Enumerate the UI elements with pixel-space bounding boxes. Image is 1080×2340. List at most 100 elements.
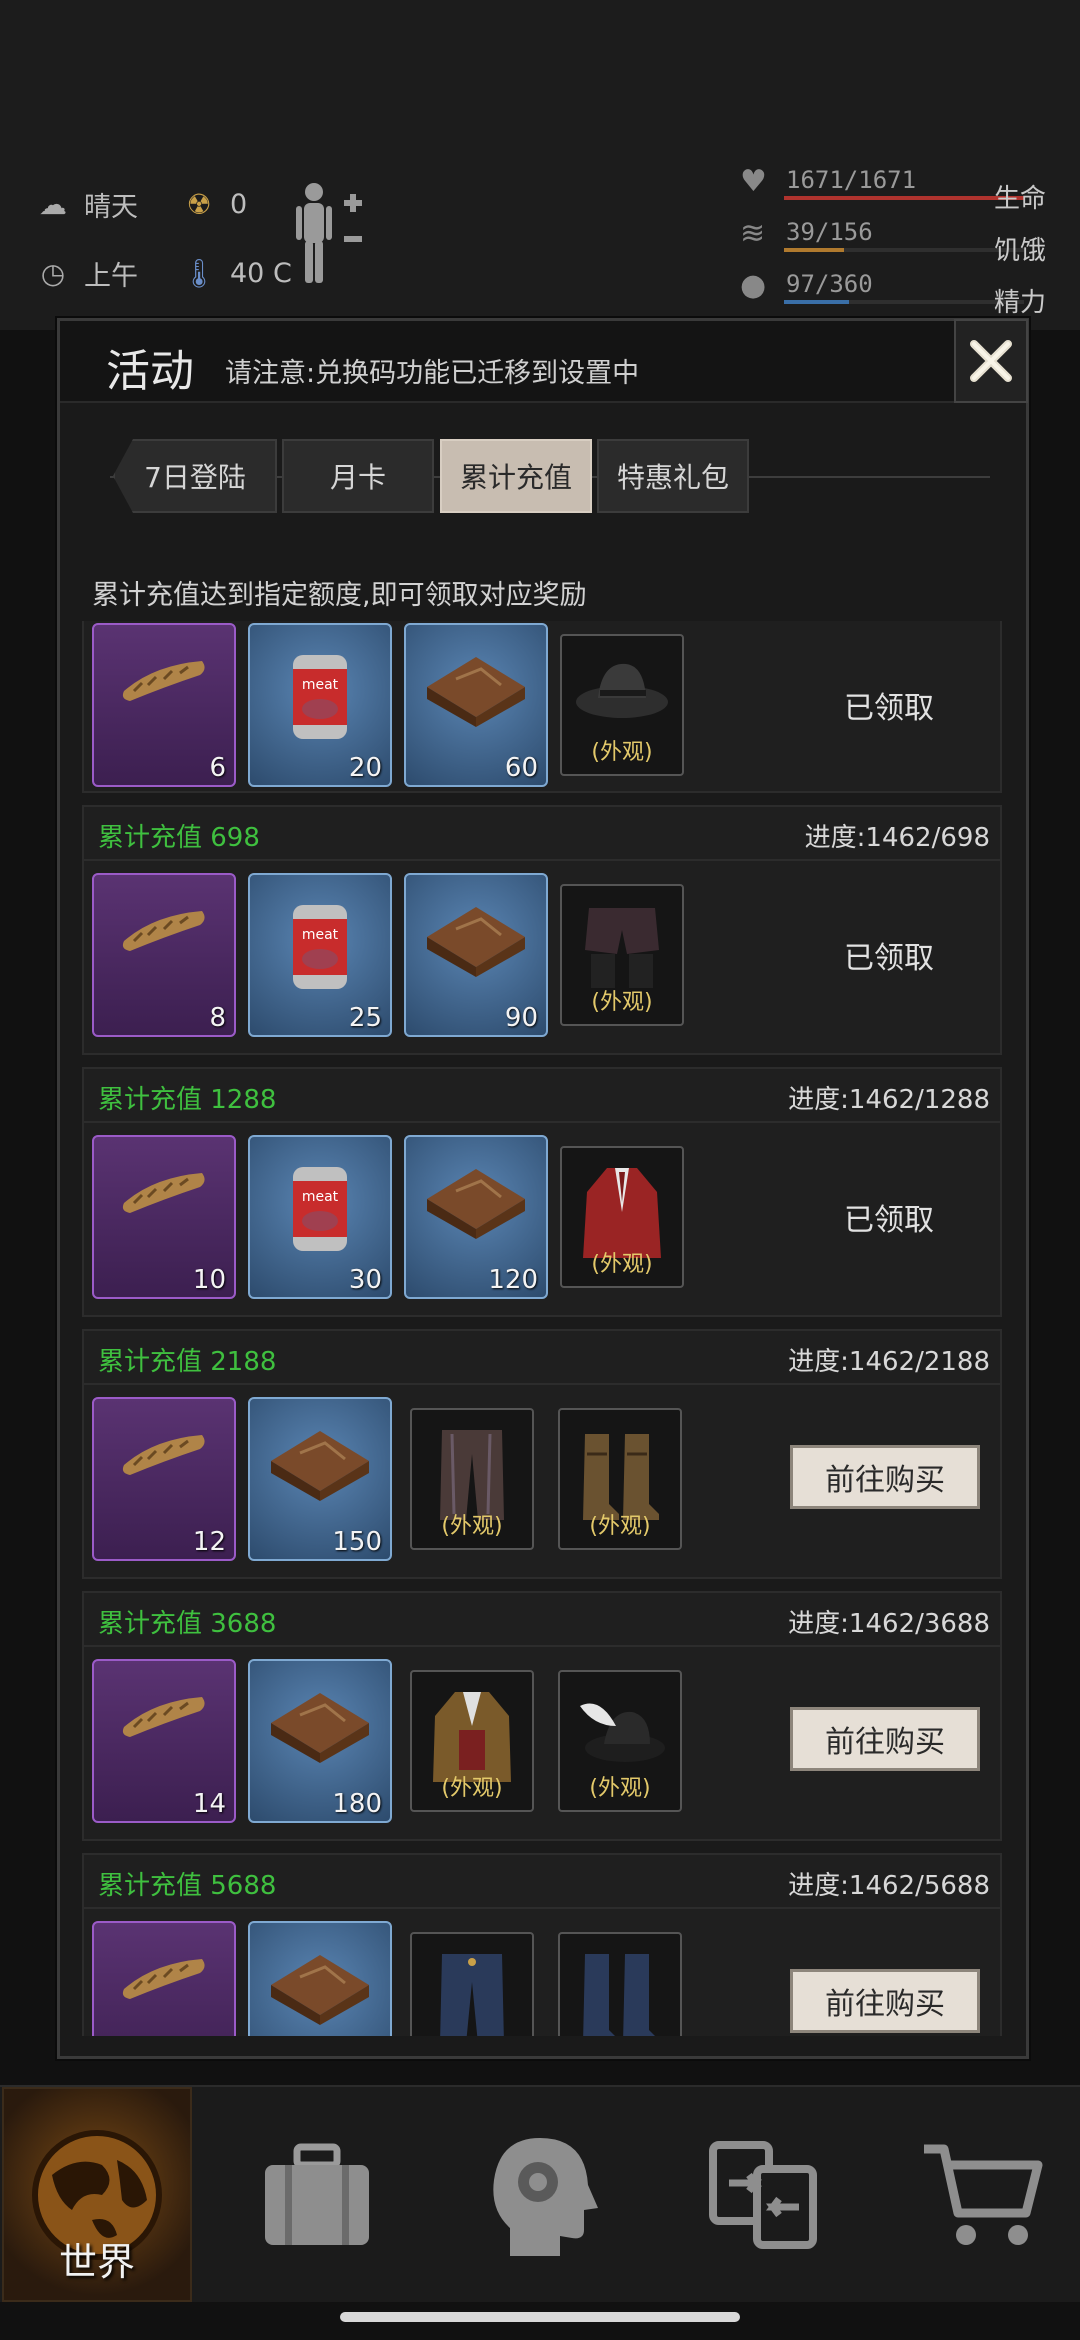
nav-world[interactable]: 世界: [2, 2087, 192, 2302]
appearance-tag: (外观): [591, 990, 653, 1015]
reward-tier-list[interactable]: 6 meat 20 60 (外观) 已领取 累计充值 698 进度:1462/698 8 meat…: [82, 621, 1004, 2036]
blue-boots-icon: [560, 1948, 680, 2036]
environment-panel: ☁ 晴天 ☢ 0 ◷ 上午 🌡 40 C: [36, 185, 292, 323]
suitcase-icon: [265, 2143, 369, 2245]
reward-item-blue-box[interactable]: 120: [404, 1135, 548, 1299]
reward-item-blue-box[interactable]: [248, 1921, 392, 2036]
item-quantity: 10: [192, 1265, 226, 1295]
reward-item-boots[interactable]: (外观): [558, 1408, 682, 1550]
radiation-value: 0: [230, 189, 248, 220]
appearance-tag: (外观): [441, 1776, 503, 1801]
claimed-status: 已领取: [844, 941, 934, 976]
hunger-label: 饥饿: [994, 236, 1047, 266]
nav-inventory[interactable]: [222, 2087, 412, 2302]
tier-progress: 进度:1462/1288: [788, 1085, 990, 1115]
go-buy-button[interactable]: 前往购买: [790, 1445, 980, 1509]
svg-text:meat: meat: [302, 1189, 339, 1205]
blue-can-icon: meat: [250, 1159, 390, 1259]
reward-item-shorts[interactable]: (外观): [560, 884, 684, 1026]
blue-box-icon: [250, 1421, 390, 1501]
weather-text: 晴天: [84, 192, 138, 223]
reward-item-purple[interactable]: 10: [92, 1135, 236, 1299]
nav-shop[interactable]: [888, 2087, 1078, 2302]
home-indicator[interactable]: [340, 2312, 740, 2322]
nav-trade[interactable]: [668, 2087, 858, 2302]
exchange-icon: [709, 2140, 817, 2249]
energy-bar-fill: [784, 300, 849, 304]
purple-icon: [94, 1421, 234, 1481]
reward-item-blue-can[interactable]: meat 25: [248, 873, 392, 1037]
close-icon: [970, 340, 1012, 382]
reward-item-pants[interactable]: (外观): [410, 1408, 534, 1550]
reward-item-hat[interactable]: (外观): [560, 634, 684, 776]
reward-item-purple[interactable]: 12: [92, 1397, 236, 1561]
tab-cumulative-recharge[interactable]: 累计充值: [440, 439, 592, 513]
hunger-bar: [784, 248, 1024, 252]
close-button[interactable]: [954, 319, 1028, 403]
tab-special-pack[interactable]: 特惠礼包: [597, 439, 749, 513]
reward-item-purple[interactable]: 8: [92, 873, 236, 1037]
jeans-icon: [412, 1948, 532, 2036]
reward-item-coat[interactable]: (外观): [560, 1146, 684, 1288]
sun-cloud-icon: ☁: [39, 188, 67, 221]
shorts-icon: [562, 900, 682, 990]
appearance-tag: (外观): [560, 2032, 680, 2036]
reward-item-purple[interactable]: 14: [92, 1659, 236, 1823]
item-quantity: 30: [348, 1265, 382, 1295]
tier-threshold: 累计充值 2188: [98, 1347, 277, 1377]
tier-threshold: 累计充值 698: [98, 823, 260, 853]
reward-item-purple[interactable]: 6: [92, 623, 236, 787]
item-quantity: 150: [332, 1527, 382, 1557]
reward-item-jeans[interactable]: (外观): [410, 1932, 534, 2036]
reward-item-purple[interactable]: [92, 1921, 236, 2036]
vital-stats: ♥ 1671/1671 生命 ≋ 39/156 饥饿 ● 97/360 精力: [740, 160, 1060, 318]
reward-item-blue-boots[interactable]: (外观): [558, 1932, 682, 2036]
env-row-2: ◷ 上午 🌡 40 C: [36, 254, 292, 293]
radiation-icon: ☢: [186, 188, 212, 221]
reward-item-blue-box[interactable]: 90: [404, 873, 548, 1037]
body-status-icon[interactable]: [292, 178, 372, 288]
stat-energy: ● 97/360 精力: [740, 264, 1060, 318]
health-bar: [784, 196, 1024, 200]
cart-icon: [924, 2144, 1043, 2245]
item-quantity: 180: [332, 1789, 382, 1819]
tier-header: 累计充值 2188 进度:1462/2188: [84, 1331, 1000, 1385]
env-row-1: ☁ 晴天 ☢ 0: [36, 185, 292, 224]
status-hud: ☁ 晴天 ☢ 0 ◷ 上午 🌡 40 C ♥ 1671/1671 生命 ≋ 39…: [0, 0, 1080, 330]
blue-box-icon: [250, 1945, 390, 2025]
reward-tier: 累计充值 2188 进度:1462/2188 12 150 (外观) (外观) 前往购买: [82, 1329, 1002, 1579]
energy-label: 精力: [994, 288, 1047, 318]
blue-can-icon: meat: [250, 897, 390, 997]
blue-box-icon: [406, 897, 546, 977]
go-buy-button[interactable]: 前往购买: [790, 1969, 980, 2033]
reward-item-jacket[interactable]: (外观): [410, 1670, 534, 1812]
tab-monthly-card[interactable]: 月卡: [282, 439, 434, 513]
tier-header: 累计充值 1288 进度:1462/1288: [84, 1069, 1000, 1123]
stat-health: ♥ 1671/1671 生命: [740, 160, 1060, 214]
hat-icon: [562, 650, 682, 730]
svg-text:meat: meat: [302, 927, 339, 943]
reward-item-blue-box[interactable]: 60: [404, 623, 548, 787]
go-buy-button[interactable]: 前往购买: [790, 1707, 980, 1771]
reward-item-blue-box[interactable]: 180: [248, 1659, 392, 1823]
item-quantity: 12: [192, 1527, 226, 1557]
reward-item-blue-box[interactable]: 150: [248, 1397, 392, 1561]
tier-progress: 进度:1462/698: [804, 823, 990, 853]
temperature-value: 40 C: [230, 258, 292, 289]
purple-icon: [94, 647, 234, 707]
reward-item-blue-can[interactable]: meat 20: [248, 623, 392, 787]
reward-tier: 累计充值 3688 进度:1462/3688 14 180 (外观) (外观) 前往购买: [82, 1591, 1002, 1841]
nav-skills[interactable]: [445, 2087, 635, 2302]
tier-progress: 进度:1462/2188: [788, 1347, 990, 1377]
health-label: 生命: [994, 184, 1047, 214]
hunger-bar-fill: [784, 248, 844, 252]
item-quantity: 120: [488, 1265, 538, 1295]
reward-item-blue-can[interactable]: meat 30: [248, 1135, 392, 1299]
heart-icon: ♥: [740, 164, 767, 199]
tab-7day-login[interactable]: 7日登陆: [113, 439, 277, 513]
reward-item-feather-hat[interactable]: (外观): [558, 1670, 682, 1812]
item-quantity: 14: [192, 1789, 226, 1819]
appearance-tag: (外观): [441, 1514, 503, 1539]
purple-icon: [94, 897, 234, 957]
tier-header: 累计充值 698 进度:1462/698: [84, 807, 1000, 861]
